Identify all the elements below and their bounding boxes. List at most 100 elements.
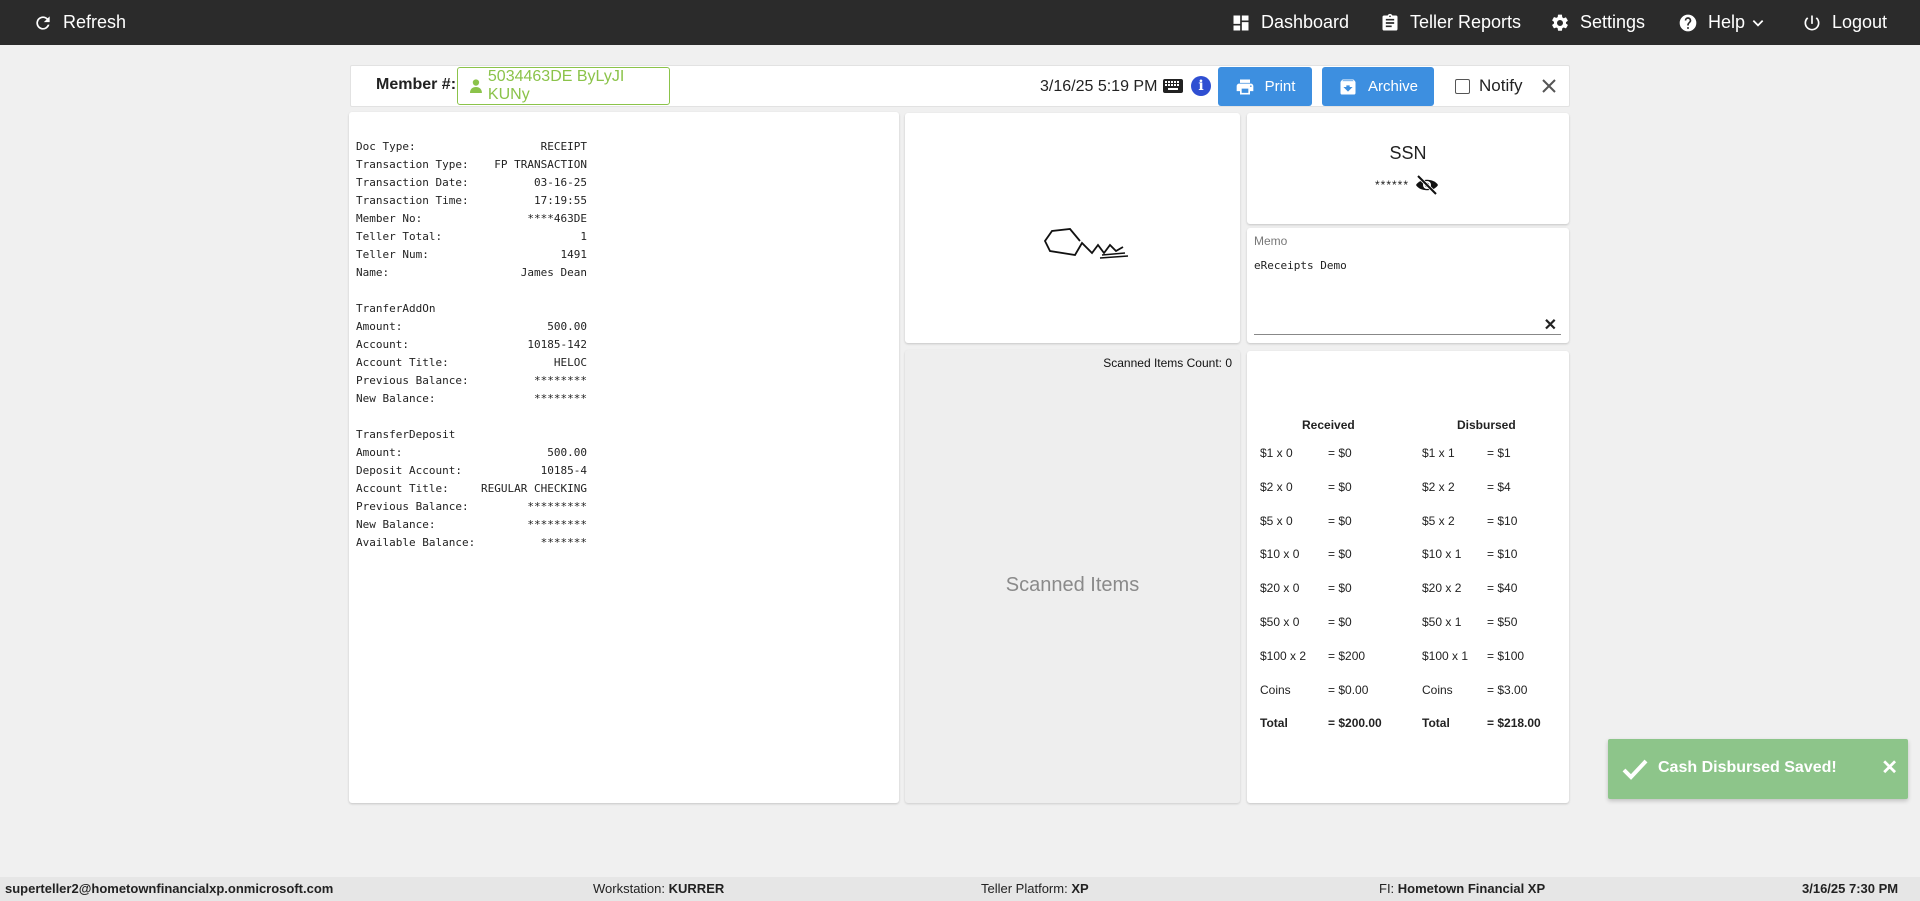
- receipt-value: RECEIPT: [540, 140, 587, 153]
- footer-workstation-label: Workstation:: [593, 881, 666, 896]
- memo-input[interactable]: eReceipts Demo: [1254, 259, 1347, 272]
- receipt-value: FP TRANSACTION: [494, 158, 587, 171]
- receipt-value: HELOC: [553, 356, 587, 369]
- receipt-line: Amount: 500.00: [356, 318, 587, 336]
- cash-cell-dl: $20 x 2: [1422, 581, 1462, 596]
- cash-cell-dv: = $100: [1487, 648, 1525, 663]
- notify-toggle[interactable]: Notify: [1455, 76, 1522, 96]
- footer-user: superteller2@hometownfinancialxp.onmicro…: [5, 881, 333, 896]
- success-toast: Cash Disbursed Saved! ✕: [1608, 739, 1908, 799]
- clipboard-icon: [1382, 13, 1398, 31]
- footer-platform-label: Teller Platform:: [981, 881, 1068, 896]
- receipt-value: 500.00: [547, 446, 587, 459]
- notify-checkbox[interactable]: [1455, 78, 1470, 94]
- cash-cell-rv: = $0: [1328, 446, 1352, 460]
- cash-cell-rv: = $200.00: [1328, 716, 1382, 731]
- receipt-line: Available Balance: *******: [356, 534, 587, 552]
- receipt-value: 10185-4: [540, 464, 587, 477]
- receipt-key: Previous Balance:: [356, 500, 469, 513]
- memo-clear-icon[interactable]: ✕: [1544, 315, 1557, 335]
- cash-cell-dl: $10 x 1: [1422, 547, 1462, 562]
- receipt-value: 1491: [560, 248, 588, 261]
- refresh-button[interactable]: Refresh: [33, 0, 126, 45]
- receipt-key: Account Title:: [356, 356, 449, 369]
- print-label: Print: [1264, 78, 1296, 95]
- toast-close-icon[interactable]: ✕: [1881, 755, 1898, 780]
- logout-label: Logout: [1832, 12, 1888, 32]
- cash-cell-dl: Coins: [1422, 682, 1453, 697]
- dashboard-label: Dashboard: [1261, 12, 1350, 32]
- receipt-panel: Doc Type: RECEIPT Transaction Type: FP TRAN…: [349, 112, 899, 803]
- scanned-items-count: Scanned Items Count: 0: [1103, 356, 1232, 370]
- teller-reports-label: Teller Reports: [1410, 12, 1522, 32]
- help-icon: [1679, 14, 1697, 31]
- print-button[interactable]: Print: [1218, 67, 1312, 106]
- gear-icon: [1552, 14, 1568, 31]
- receipt-key: TranferAddOn: [356, 302, 436, 315]
- receipt-line: Account Title: REGULAR CHECKING: [356, 480, 587, 498]
- member-label: Member #:: [376, 76, 457, 93]
- cash-cell-dv: = $3.00: [1487, 682, 1528, 697]
- transaction-datetime: 3/16/25 5:19 PM: [1040, 78, 1158, 95]
- top-nav: Refresh Dashboard Teller Reports Setting…: [0, 0, 1920, 45]
- archive-button[interactable]: Archive: [1322, 67, 1434, 106]
- receipt-line: Previous Balance: *********: [356, 498, 587, 516]
- notify-label: Notify: [1479, 76, 1523, 95]
- receipt-key: Available Balance:: [356, 536, 476, 549]
- footer-platform-value: XP: [1071, 881, 1089, 896]
- ssn-panel: SSN ******: [1247, 113, 1569, 224]
- receipt-key: Teller Num:: [356, 248, 429, 261]
- dashboard-link[interactable]: Dashboard: [1231, 0, 1349, 45]
- close-icon[interactable]: [1539, 76, 1559, 96]
- receipt-key: Transaction Type:: [356, 158, 469, 171]
- cash-cell-rl: $100 x 2: [1260, 648, 1307, 663]
- cash-cell-dl: $1 x 1: [1422, 446, 1455, 460]
- receipt-line: Member No: ****463DE: [356, 210, 587, 228]
- help-menu[interactable]: Help: [1678, 0, 1765, 45]
- receipt-key: Previous Balance:: [356, 374, 469, 387]
- settings-link[interactable]: Settings: [1550, 0, 1645, 45]
- receipt-line: Deposit Account: 10185-4: [356, 462, 587, 480]
- toast-message: Cash Disbursed Saved!: [1658, 759, 1837, 776]
- receipt-value: REGULAR CHECKING: [481, 482, 587, 495]
- receipt-key: Deposit Account:: [356, 464, 462, 477]
- ssn-title: SSN: [1389, 143, 1427, 163]
- cash-cell-rl: $50 x 0: [1260, 615, 1300, 629]
- receipt-line: Teller Num: 1491: [356, 246, 587, 264]
- cash-cell-rl: $10 x 0: [1260, 547, 1300, 562]
- logout-button[interactable]: Logout: [1802, 0, 1887, 45]
- member-chip[interactable]: 5034463DE ByLyJI KUNy: [457, 67, 670, 105]
- cash-cell-dv: = $10: [1487, 547, 1518, 562]
- memo-underline: [1254, 334, 1561, 335]
- keyboard-icon[interactable]: [1163, 79, 1183, 93]
- teller-reports-link[interactable]: Teller Reports: [1380, 0, 1521, 45]
- cash-cell-dv: = $10: [1487, 513, 1518, 528]
- receipt-value: 10185-142: [527, 338, 587, 351]
- receipt-line: Transaction Date: 03-16-25: [356, 174, 587, 192]
- cash-summary-panel: Received Disbursed $1 x 0 = $0 $1 x 1 = $1 $…: [1247, 351, 1569, 803]
- receipt-key: Member No:: [356, 212, 423, 225]
- cash-cell-dv: = $40: [1487, 581, 1518, 596]
- cash-cell-rl: Total: [1260, 716, 1288, 731]
- status-footer: superteller2@hometownfinancialxp.onmicro…: [0, 877, 1920, 901]
- receipt-key: Transaction Time:: [356, 194, 469, 207]
- cash-cell-dv: = $218.00: [1487, 716, 1541, 731]
- receipt-line: New Balance: ********: [356, 390, 587, 408]
- receipt-spacer: [356, 408, 899, 426]
- receipt-key: Transaction Date:: [356, 176, 469, 189]
- receipt-key: TransferDeposit: [356, 428, 456, 441]
- cash-cell-dl: $100 x 1: [1422, 648, 1469, 663]
- settings-label: Settings: [1580, 12, 1646, 32]
- receipt-value: 03-16-25: [534, 176, 587, 189]
- receipt-value: *******: [540, 536, 587, 549]
- user-icon: [470, 79, 482, 93]
- scanned-items-placeholder: Scanned Items: [1005, 574, 1140, 596]
- receipt-key: Teller Total:: [356, 230, 443, 243]
- receipt-line: New Balance: *********: [356, 516, 587, 534]
- received-header: Received: [1302, 418, 1355, 432]
- footer-datetime: 3/16/25 7:30 PM: [1802, 881, 1898, 896]
- info-icon[interactable]: i: [1191, 76, 1211, 96]
- signature-panel: [905, 113, 1240, 343]
- receipt-value: James Dean: [520, 266, 587, 279]
- eye-slash-icon[interactable]: [1415, 175, 1439, 195]
